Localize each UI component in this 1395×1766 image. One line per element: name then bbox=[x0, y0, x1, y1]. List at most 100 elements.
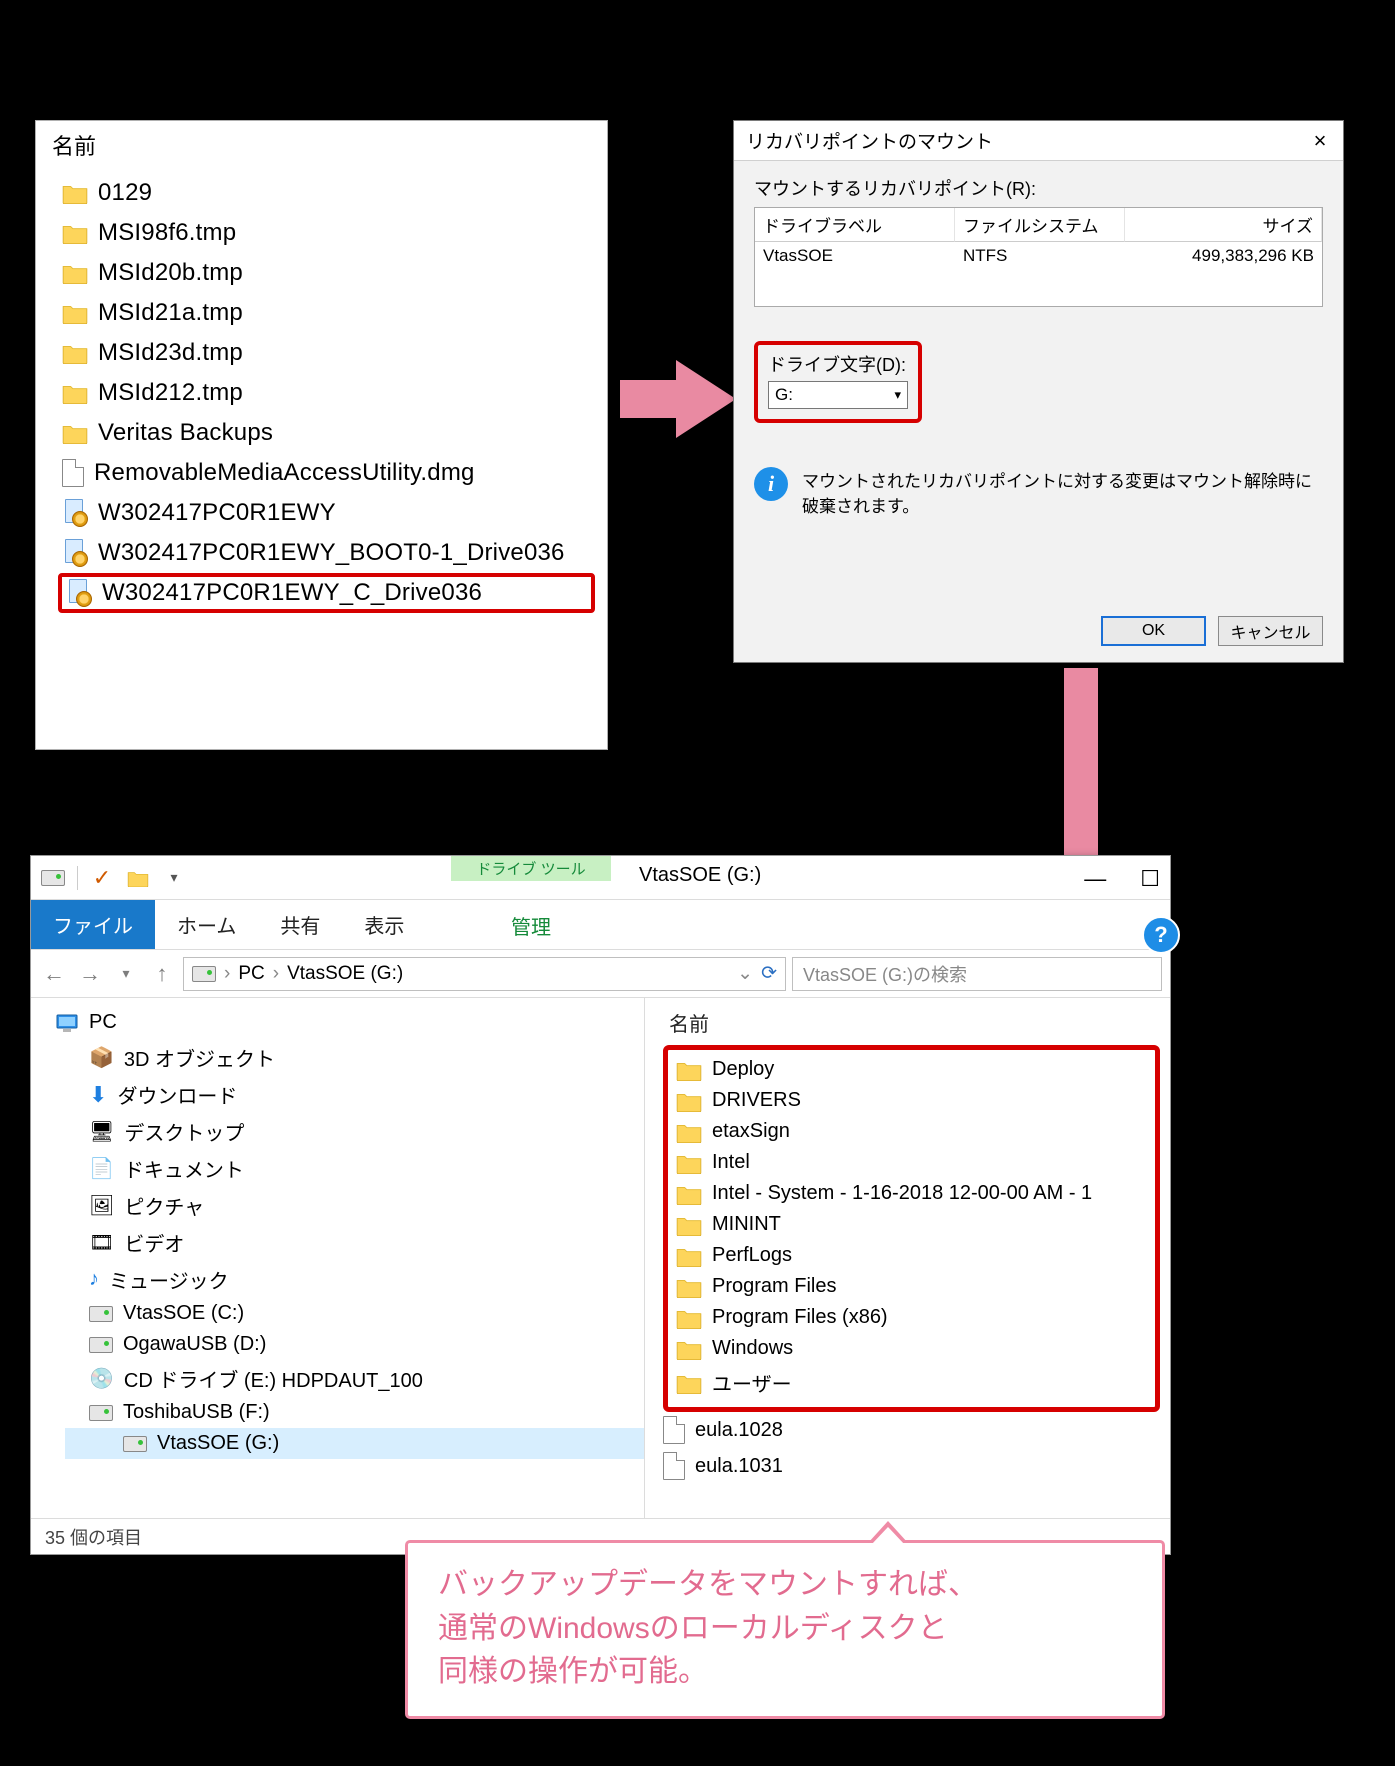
info-icon: i bbox=[754, 467, 788, 501]
tab-home[interactable]: ホーム bbox=[155, 900, 258, 949]
nav-item[interactable]: VtasSOE (G:) bbox=[65, 1428, 644, 1459]
list-item[interactable]: etaxSign bbox=[676, 1116, 1147, 1147]
nav-forward-icon[interactable]: → bbox=[75, 961, 105, 987]
nav-item[interactable]: 💿CD ドライブ (E:) HDPDAUT_100 bbox=[89, 1360, 644, 1397]
nav-item[interactable]: ♪ミュージック bbox=[89, 1261, 644, 1298]
drive-icon bbox=[89, 1306, 113, 1322]
refresh-icon[interactable]: ⟳ bbox=[761, 962, 777, 985]
content-pane[interactable]: 名前 DeployDRIVERSetaxSign Intel Intel - Sys… bbox=[645, 998, 1170, 1518]
column-header-name[interactable]: 名前 bbox=[36, 121, 607, 169]
recovery-point-grid[interactable]: ドライブラベル ファイルシステム サイズ VtasSOE NTFS 499,38… bbox=[754, 207, 1323, 307]
window-title: VtasSOE (G:) bbox=[639, 864, 761, 887]
close-icon[interactable]: × bbox=[1303, 128, 1337, 154]
list-item[interactable]: PerfLogs bbox=[676, 1240, 1147, 1271]
nav-label: ピクチャ bbox=[124, 1191, 204, 1220]
tab-file[interactable]: ファイル bbox=[31, 900, 155, 949]
nav-history-icon[interactable]: ▾ bbox=[111, 965, 141, 982]
help-icon[interactable]: ? bbox=[1142, 916, 1180, 954]
folder-icon bbox=[676, 1214, 702, 1236]
list-item[interactable]: Program Files bbox=[676, 1271, 1147, 1302]
nav-item[interactable]: ToshibaUSB (F:) bbox=[89, 1397, 644, 1428]
list-item[interactable]: Windows bbox=[676, 1333, 1147, 1364]
nav-up-icon[interactable]: ↑ bbox=[147, 961, 177, 987]
drive-letter-value: G: bbox=[775, 385, 793, 405]
list-item[interactable]: Program Files (x86) bbox=[676, 1302, 1147, 1333]
list-item[interactable]: MSI98f6.tmp bbox=[58, 213, 595, 253]
dialog-titlebar: リカバリポイントのマウント × bbox=[734, 121, 1343, 161]
mount-recovery-point-dialog: リカバリポイントのマウント × マウントするリカバリポイント(R): ドライブラ… bbox=[733, 120, 1344, 663]
list-item[interactable]: eula.1031 bbox=[663, 1448, 1160, 1484]
nav-label: VtasSOE (C:) bbox=[123, 1302, 244, 1325]
grid-cell-label: VtasSOE bbox=[755, 242, 955, 270]
drive-letter-select[interactable]: G: ▾ bbox=[768, 381, 908, 409]
list-item[interactable]: Intel - System - 1-16-2018 12-00-00 AM -… bbox=[676, 1178, 1147, 1209]
list-item[interactable]: eula.1028 bbox=[663, 1412, 1160, 1448]
callout-line-2: 通常のWindowsのローカルディスクと bbox=[438, 1607, 1132, 1651]
file-name: MSId23d.tmp bbox=[98, 339, 243, 367]
navigation-pane[interactable]: PC 📦3D オブジェクト⬇ダウンロード🖥デスクトップ📄ドキュメント🖼ピクチャ🎞… bbox=[31, 998, 645, 1518]
nav-item[interactable]: OgawaUSB (D:) bbox=[89, 1329, 644, 1360]
folder-icon bbox=[676, 1276, 702, 1298]
list-item[interactable]: 0129 bbox=[58, 173, 595, 213]
nav-back-icon[interactable]: ← bbox=[39, 961, 69, 987]
list-item[interactable]: W302417PC0R1EWY_C_Drive036 bbox=[58, 573, 595, 613]
breadcrumb-location[interactable]: VtasSOE (G:) bbox=[287, 963, 403, 985]
ok-button[interactable]: OK bbox=[1101, 616, 1206, 646]
folder-quick-icon[interactable] bbox=[126, 866, 150, 890]
nav-item[interactable]: 📄ドキュメント bbox=[89, 1150, 644, 1187]
nav-label: 3D オブジェクト bbox=[124, 1043, 275, 1072]
nav-label: ビデオ bbox=[124, 1228, 184, 1257]
file-name: Intel bbox=[712, 1151, 750, 1174]
tab-view[interactable]: 表示 bbox=[342, 900, 426, 949]
column-header-name[interactable]: 名前 bbox=[663, 1004, 1160, 1045]
address-bar[interactable]: › PC › VtasSOE (G:) ⌄ ⟳ bbox=[183, 957, 786, 991]
nav-item[interactable]: 🎞ビデオ bbox=[89, 1224, 644, 1261]
list-item[interactable]: MSId20b.tmp bbox=[58, 253, 595, 293]
list-item[interactable]: Intel bbox=[676, 1147, 1147, 1178]
list-item[interactable]: MININT bbox=[676, 1209, 1147, 1240]
folder-icon bbox=[62, 262, 88, 284]
tab-share[interactable]: 共有 bbox=[258, 900, 342, 949]
tab-manage[interactable]: 管理 bbox=[451, 911, 611, 940]
file-name: Program Files bbox=[712, 1275, 836, 1298]
nav-item[interactable]: 🖼ピクチャ bbox=[89, 1187, 644, 1224]
grid-header-filesystem[interactable]: ファイルシステム bbox=[955, 208, 1125, 242]
minimize-icon[interactable]: — bbox=[1084, 866, 1106, 892]
list-item[interactable]: MSId212.tmp bbox=[58, 373, 595, 413]
breadcrumb-pc[interactable]: PC bbox=[238, 963, 264, 985]
nav-item[interactable]: VtasSOE (C:) bbox=[89, 1298, 644, 1329]
grid-header-label[interactable]: ドライブラベル bbox=[755, 208, 955, 242]
list-item[interactable]: Veritas Backups bbox=[58, 413, 595, 453]
grid-row[interactable]: VtasSOE NTFS 499,383,296 KB bbox=[755, 242, 1322, 270]
nav-item[interactable]: ⬇ダウンロード bbox=[89, 1076, 644, 1113]
file-name: PerfLogs bbox=[712, 1244, 792, 1267]
list-item[interactable]: Deploy bbox=[676, 1054, 1147, 1085]
nav-label: ドキュメント bbox=[124, 1154, 244, 1183]
maximize-icon[interactable]: ☐ bbox=[1140, 866, 1160, 892]
nav-label: デスクトップ bbox=[124, 1117, 244, 1146]
nav-item[interactable]: 📦3D オブジェクト bbox=[89, 1039, 644, 1076]
address-dropdown-icon[interactable]: ⌄ bbox=[737, 962, 753, 985]
file-name: MININT bbox=[712, 1213, 781, 1236]
nav-item[interactable]: 🖥デスクトップ bbox=[89, 1113, 644, 1150]
list-item[interactable]: MSId23d.tmp bbox=[58, 333, 595, 373]
list-item[interactable]: MSId21a.tmp bbox=[58, 293, 595, 333]
callout-line-1: バックアップデータをマウントすれば、 bbox=[438, 1563, 1132, 1607]
checkmark-icon[interactable]: ✓ bbox=[90, 866, 114, 890]
list-item[interactable]: RemovableMediaAccessUtility.dmg bbox=[58, 453, 595, 493]
qat-dropdown-icon[interactable]: ▾ bbox=[162, 866, 186, 890]
file-icon bbox=[663, 1416, 685, 1444]
nav-icon: 💿 bbox=[89, 1366, 114, 1391]
list-item[interactable]: DRIVERS bbox=[676, 1085, 1147, 1116]
ribbon-tabs: ファイル ホーム 共有 表示 管理 ? bbox=[31, 900, 1170, 950]
cancel-button[interactable]: キャンセル bbox=[1218, 616, 1323, 646]
search-input[interactable]: VtasSOE (G:)の検索 bbox=[792, 957, 1162, 991]
nav-pc[interactable]: PC bbox=[55, 1006, 644, 1039]
explorer-titlebar: ✓ ▾ ドライブ ツール VtasSOE (G:) — ☐ bbox=[31, 856, 1170, 900]
dialog-title: リカバリポイントのマウント bbox=[746, 127, 993, 154]
list-item[interactable]: W302417PC0R1EWY_BOOT0-1_Drive036 bbox=[58, 533, 595, 573]
grid-header-size[interactable]: サイズ bbox=[1125, 208, 1322, 242]
list-item[interactable]: ユーザー bbox=[676, 1364, 1147, 1401]
list-item[interactable]: W302417PC0R1EWY bbox=[58, 493, 595, 533]
mount-point-label: マウントするリカバリポイント(R): bbox=[754, 175, 1323, 201]
